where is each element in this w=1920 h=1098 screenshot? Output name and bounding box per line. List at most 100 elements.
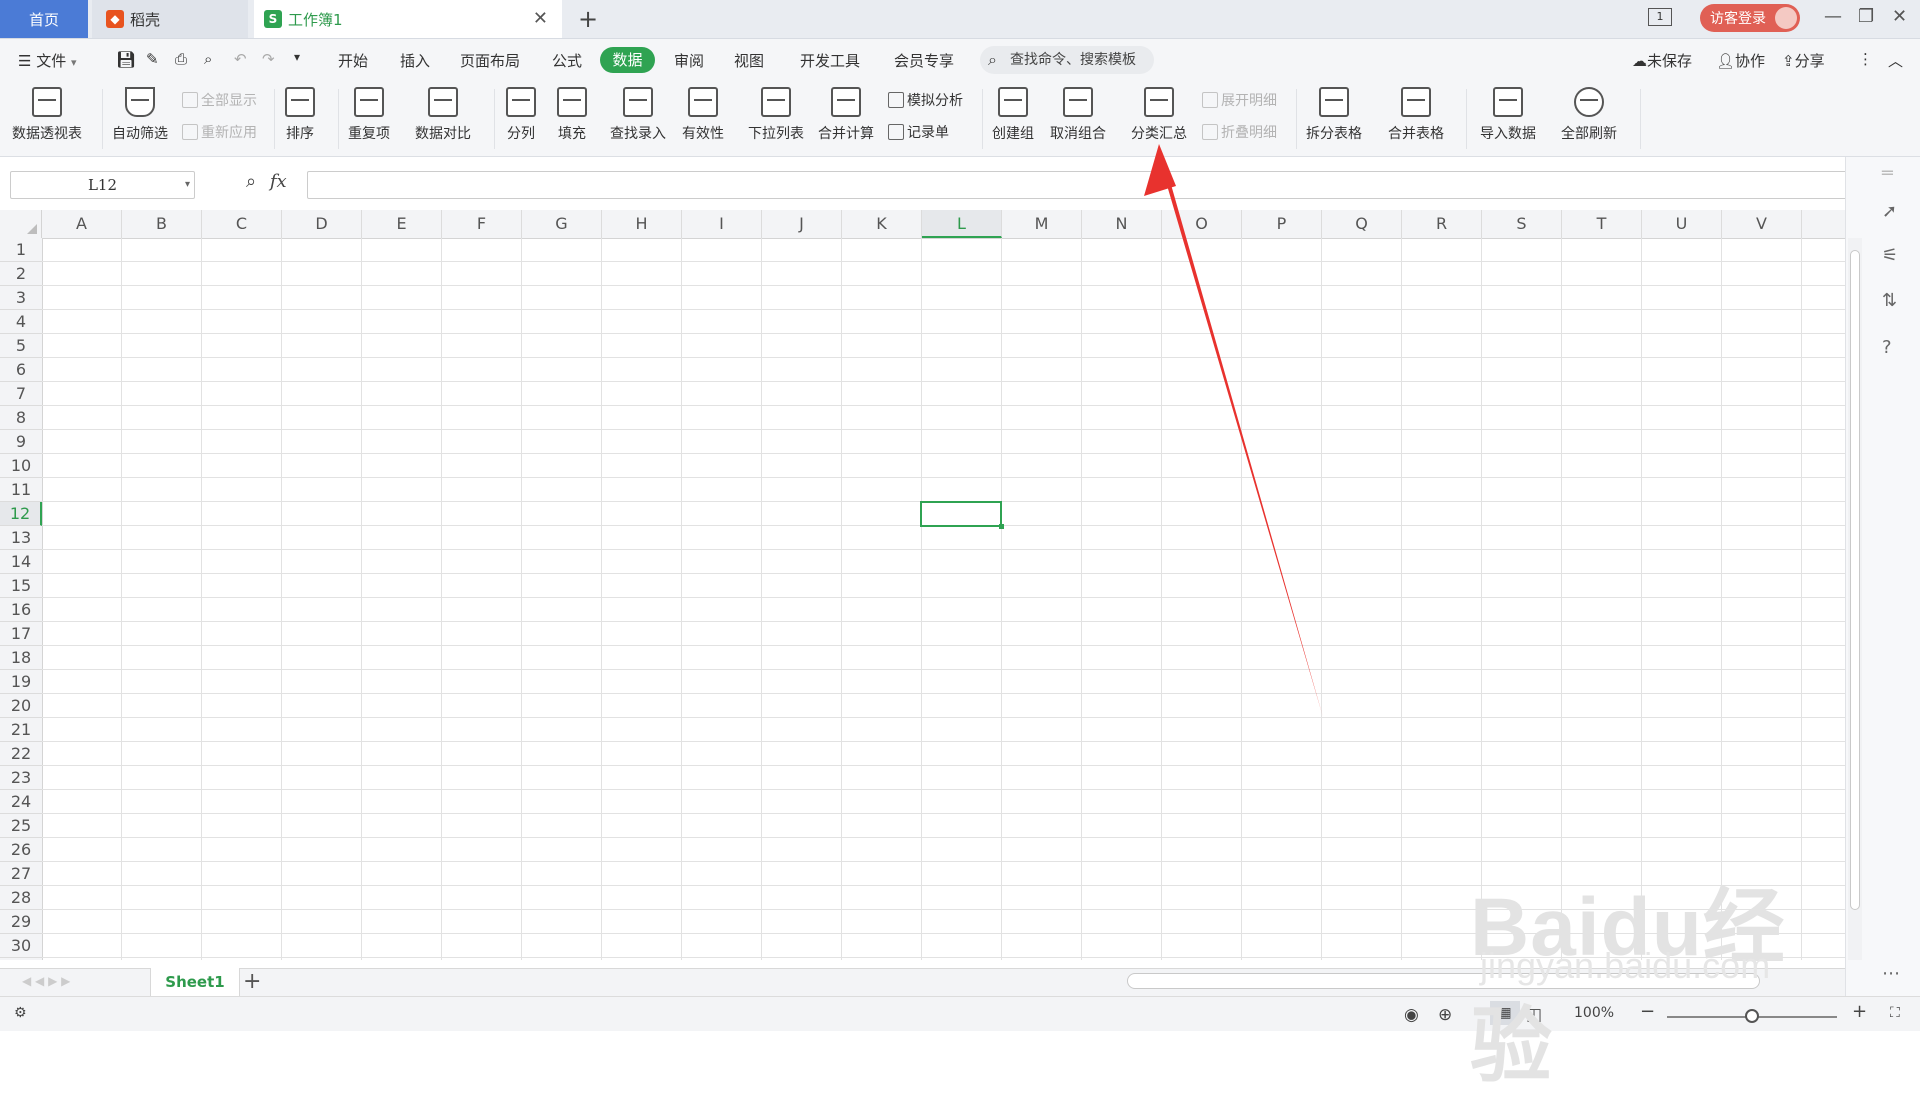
select-all-corner[interactable] — [0, 210, 42, 238]
column-header[interactable]: A — [42, 210, 122, 238]
row-header[interactable]: 7 — [0, 382, 42, 406]
column-header[interactable]: G — [522, 210, 602, 238]
collapse-ribbon-icon[interactable]: ︿ — [1888, 50, 1903, 71]
row-header[interactable]: 8 — [0, 406, 42, 430]
sort-button[interactable]: 排序 — [285, 87, 315, 143]
name-box[interactable]: L12 ▾ — [10, 171, 195, 199]
row-header[interactable]: 28 — [0, 886, 42, 910]
column-header[interactable]: V — [1722, 210, 1802, 238]
reading-mode-icon[interactable]: ⊕ — [1438, 1005, 1452, 1025]
pivot-table-button[interactable]: 数据透视表 — [12, 87, 82, 143]
row-header[interactable]: 5 — [0, 334, 42, 358]
tab-daoke[interactable]: ◆ 稻壳 — [92, 0, 248, 38]
menu-member[interactable]: 会员专享 — [894, 50, 954, 71]
menu-review[interactable]: 审阅 — [674, 50, 704, 71]
row-header[interactable]: 6 — [0, 358, 42, 382]
row-header[interactable]: 19 — [0, 670, 42, 694]
row-header[interactable]: 11 — [0, 478, 42, 502]
sheet-nav-icon[interactable]: ◀ ◀ ▶ ▶ — [22, 974, 70, 988]
column-header[interactable]: K — [842, 210, 922, 238]
whatif-button[interactable]: 模拟分析 — [888, 90, 963, 110]
column-header[interactable]: N — [1082, 210, 1162, 238]
row-header[interactable]: 4 — [0, 310, 42, 334]
menu-start[interactable]: 开始 — [338, 50, 368, 71]
restore-icon[interactable]: ❐ — [1858, 6, 1874, 27]
column-header[interactable]: T — [1562, 210, 1642, 238]
ungroup-button[interactable]: 取消组合 — [1050, 87, 1106, 143]
vertical-scroll-thumb[interactable] — [1850, 250, 1860, 910]
row-header[interactable]: 3 — [0, 286, 42, 310]
column-header[interactable]: E — [362, 210, 442, 238]
file-menu[interactable]: ☰ 文件 ▾ — [18, 50, 77, 71]
menu-formula[interactable]: 公式 — [552, 50, 582, 71]
minimize-icon[interactable]: — — [1824, 6, 1842, 27]
settings-sliders-icon[interactable]: ⚟ — [1882, 245, 1898, 266]
zoom-in-icon[interactable]: + — [1852, 1001, 1867, 1022]
row-header[interactable]: 9 — [0, 430, 42, 454]
unsaved-button[interactable]: ☁未保存 — [1632, 50, 1692, 71]
more-icon[interactable]: ⋮ — [1858, 50, 1873, 68]
selected-cell[interactable] — [920, 501, 1004, 529]
new-tab-button[interactable]: + — [578, 5, 598, 33]
expand-detail-button[interactable]: 展开明细 — [1202, 90, 1277, 110]
row-header[interactable]: 10 — [0, 454, 42, 478]
row-header[interactable]: 24 — [0, 790, 42, 814]
row-header[interactable]: 15 — [0, 574, 42, 598]
data-compare-button[interactable]: 数据对比 — [415, 87, 471, 143]
column-header[interactable]: I — [682, 210, 762, 238]
row-header[interactable]: 22 — [0, 742, 42, 766]
column-header[interactable]: C — [202, 210, 282, 238]
collapse-detail-button[interactable]: 折叠明细 — [1202, 122, 1277, 142]
lookup-entry-button[interactable]: 查找录入 — [610, 87, 666, 143]
print-icon[interactable]: ⎙ — [175, 50, 187, 68]
macro-icon[interactable]: ⚙ — [14, 1005, 27, 1021]
record-form-button[interactable]: 记录单 — [888, 122, 949, 142]
consolidate-button[interactable]: 合并计算 — [818, 87, 874, 143]
menu-insert[interactable]: 插入 — [400, 50, 430, 71]
split-column-button[interactable]: 分列 — [506, 87, 536, 143]
column-header[interactable]: D — [282, 210, 362, 238]
refresh-all-button[interactable]: 全部刷新 — [1561, 87, 1617, 143]
column-header[interactable]: P — [1242, 210, 1322, 238]
command-search[interactable]: ⌕ 查找命令、搜索模板 — [980, 46, 1154, 74]
sort-panel-icon[interactable]: ⇅ — [1882, 290, 1897, 311]
column-header[interactable]: H — [602, 210, 682, 238]
customize-toolbar-icon[interactable]: ▾ — [294, 50, 300, 64]
import-data-button[interactable]: 导入数据 — [1480, 87, 1536, 143]
row-header[interactable]: 23 — [0, 766, 42, 790]
share-button[interactable]: ⇪分享 — [1782, 50, 1825, 71]
menu-data[interactable]: 数据 — [600, 47, 655, 73]
reapply-button[interactable]: 重新应用 — [182, 122, 257, 142]
row-header[interactable]: 2 — [0, 262, 42, 286]
menu-page-layout[interactable]: 页面布局 — [460, 50, 520, 71]
column-header[interactable]: S — [1482, 210, 1562, 238]
tab-workbook[interactable]: S 工作簿1 ✕ — [254, 0, 562, 38]
collab-button[interactable]: 👤︎协作 — [1716, 50, 1765, 71]
row-header[interactable]: 17 — [0, 622, 42, 646]
column-header[interactable]: R — [1402, 210, 1482, 238]
menu-view[interactable]: 视图 — [734, 50, 764, 71]
row-header[interactable]: 18 — [0, 646, 42, 670]
login-button[interactable]: 访客登录 — [1700, 4, 1800, 32]
column-header[interactable]: J — [762, 210, 842, 238]
row-header[interactable]: 29 — [0, 910, 42, 934]
row-header[interactable]: 25 — [0, 814, 42, 838]
merge-table-button[interactable]: 合并表格 — [1388, 87, 1444, 143]
print-preview-icon[interactable]: ⌕ — [204, 50, 212, 68]
format-painter-icon[interactable]: ✎ — [146, 50, 159, 68]
tab-home[interactable]: 首页 — [0, 0, 88, 38]
fill-button[interactable]: 填充 — [557, 87, 587, 143]
subtotal-button[interactable]: 分类汇总 — [1131, 87, 1187, 143]
redo-icon[interactable]: ↷ — [262, 50, 275, 68]
save-icon[interactable]: 💾︎ — [116, 50, 136, 69]
column-header[interactable]: B — [122, 210, 202, 238]
select-pointer-icon[interactable]: ➚ — [1882, 201, 1897, 222]
undo-icon[interactable]: ↶ — [234, 50, 247, 68]
column-header[interactable]: Q — [1322, 210, 1402, 238]
help-icon[interactable]: ? — [1882, 337, 1892, 358]
close-tab-icon[interactable]: ✕ — [533, 8, 548, 29]
create-group-button[interactable]: 创建组 — [992, 87, 1034, 143]
duplicates-button[interactable]: 重复项 — [348, 87, 390, 143]
row-header[interactable]: 26 — [0, 838, 42, 862]
row-header[interactable]: 13 — [0, 526, 42, 550]
